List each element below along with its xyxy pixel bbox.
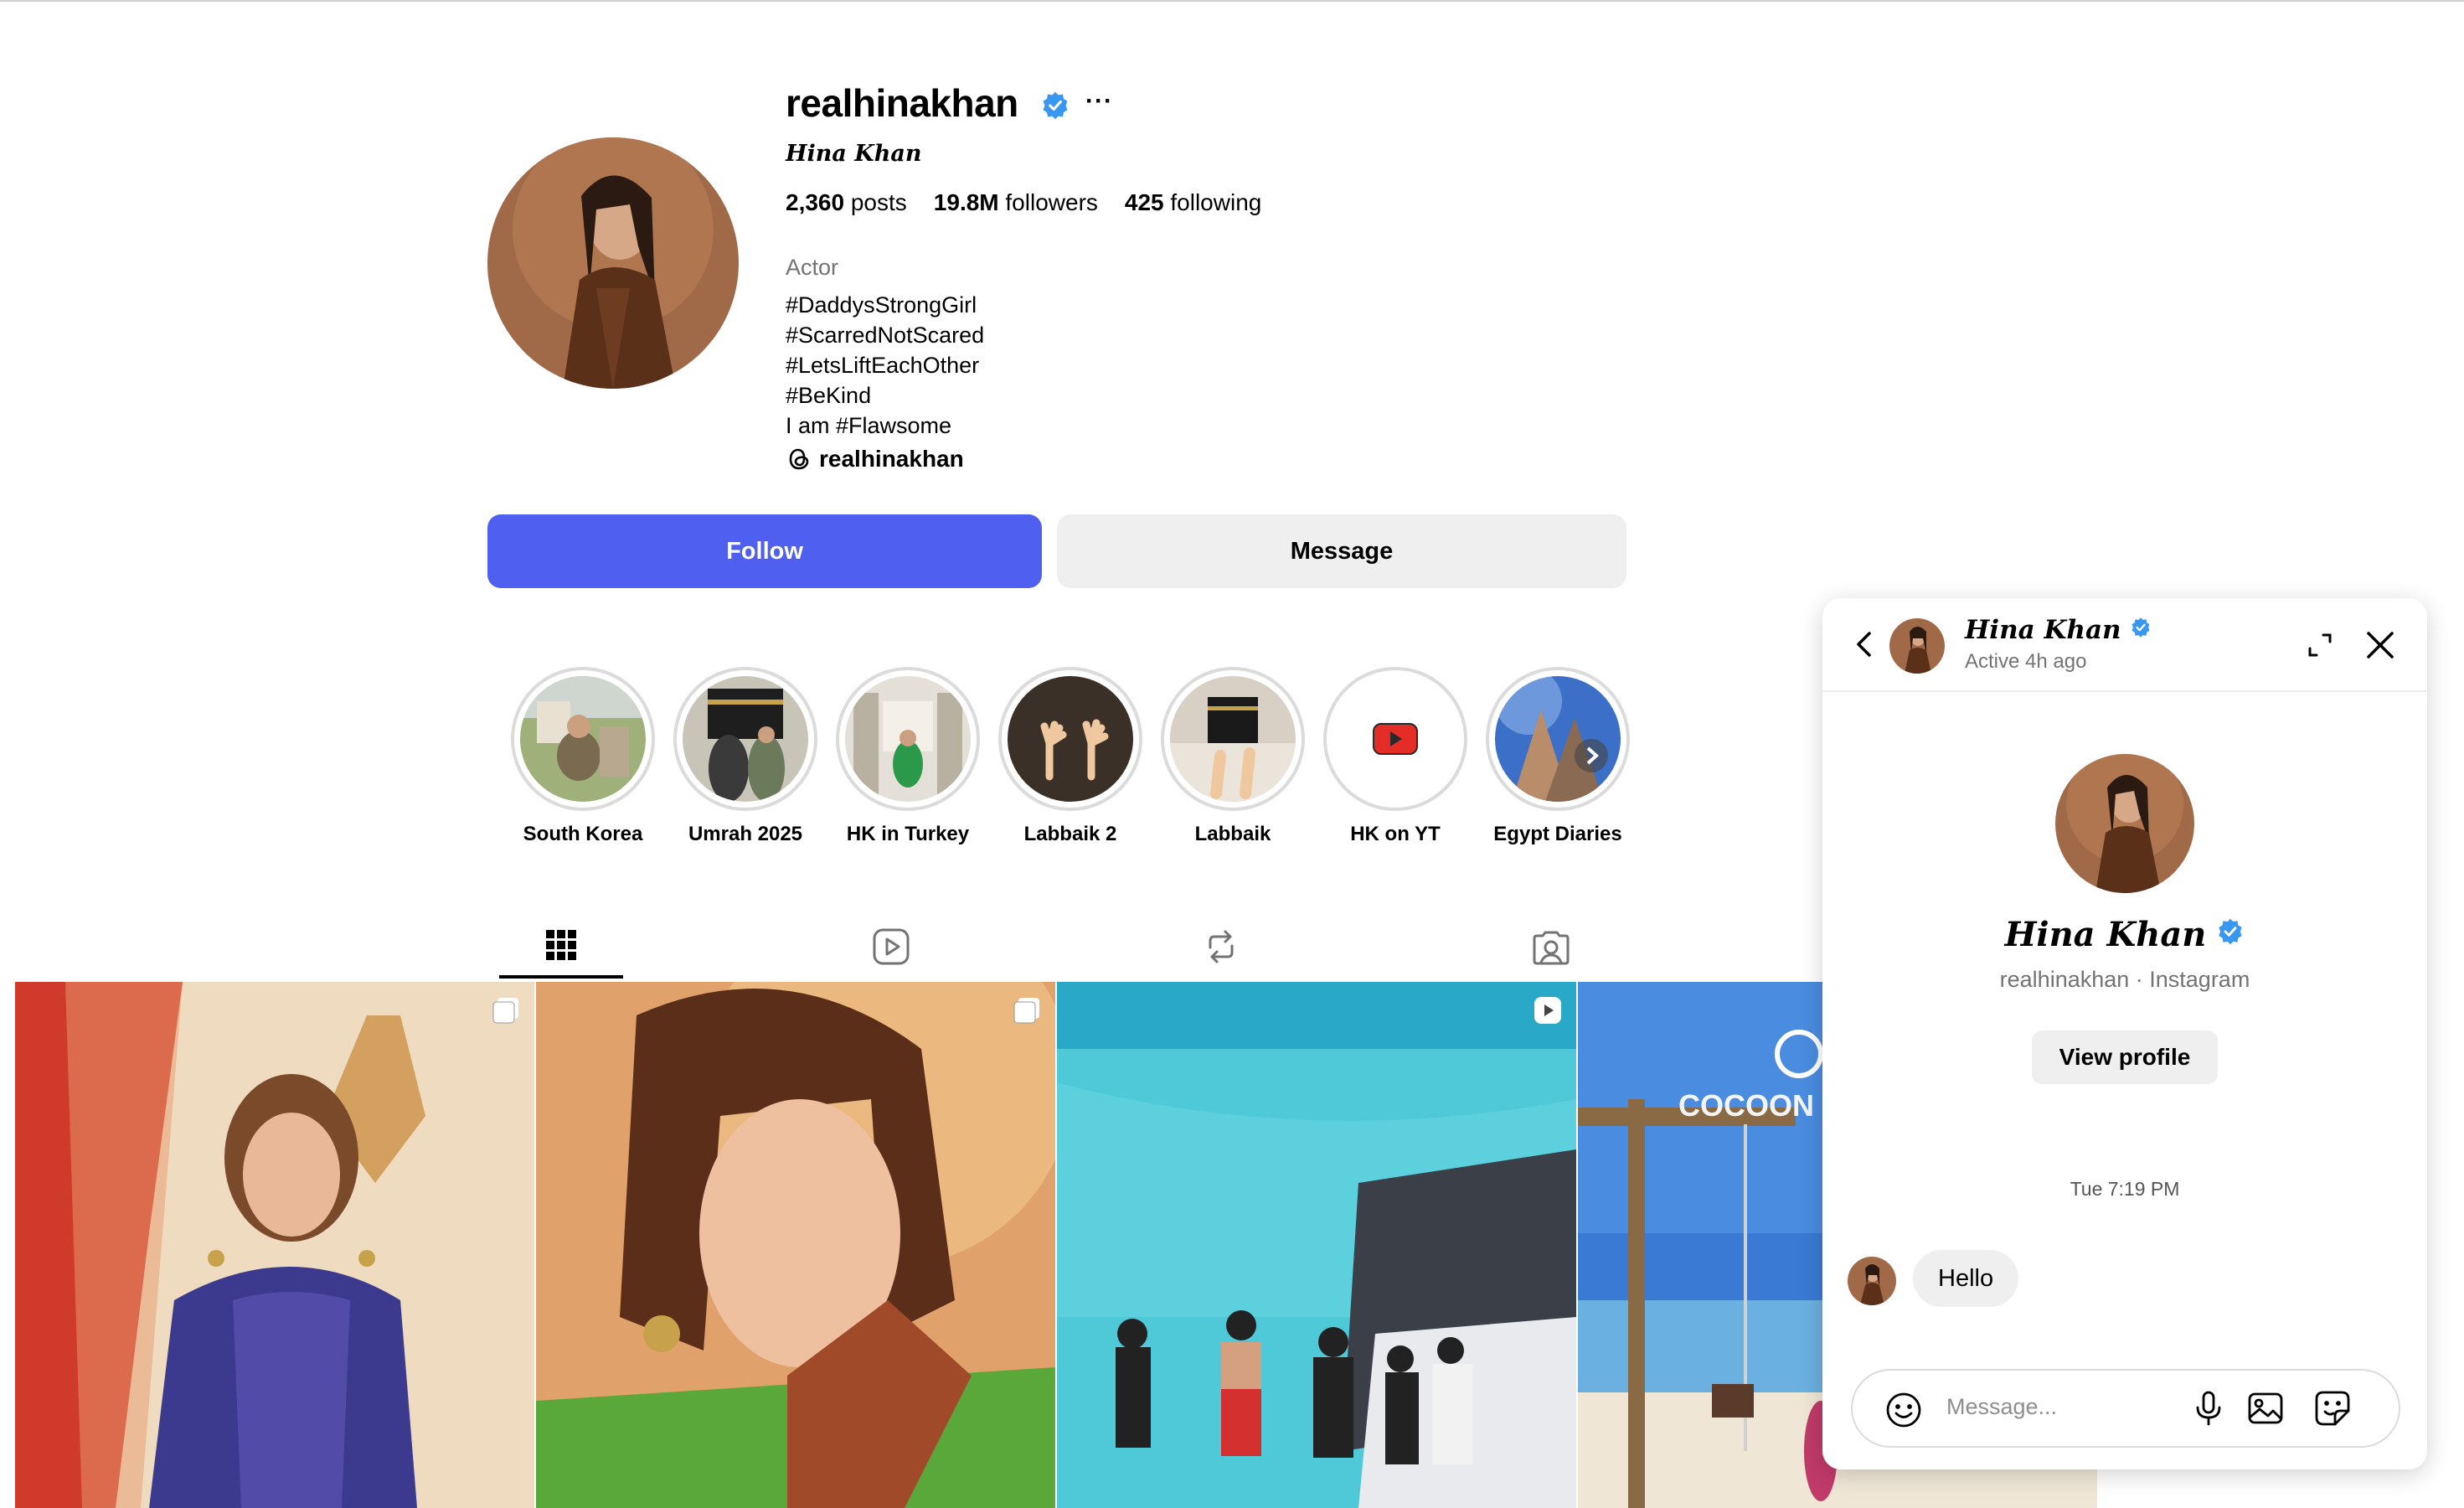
post-overlay-text: COCOON xyxy=(1678,1088,1814,1123)
close-icon[interactable] xyxy=(2363,628,2397,662)
bio-line[interactable]: #DaddysStrongGirl xyxy=(786,290,984,320)
follow-button[interactable]: Follow xyxy=(487,514,1042,588)
tab-reposts[interactable] xyxy=(1159,918,1283,979)
profile-avatar[interactable] xyxy=(487,137,739,389)
verified-badge-icon xyxy=(1040,90,1070,121)
threads-icon xyxy=(786,446,812,473)
highlight-egypt-diaries[interactable]: Egypt Diaries xyxy=(1486,667,1630,846)
highlight-thumbnail xyxy=(520,676,646,802)
highlight-thumbnail xyxy=(1008,676,1133,802)
carousel-icon xyxy=(491,995,521,1025)
repost-icon xyxy=(1202,927,1240,970)
message-sender-avatar[interactable] xyxy=(1848,1257,1896,1305)
highlight-hk-in-turkey[interactable]: HK in Turkey xyxy=(836,667,980,846)
profile-username: realhinakhan xyxy=(786,81,1018,125)
profile-bio: #DaddysStrongGirl #ScarredNotScared #Let… xyxy=(786,290,984,441)
sticker-icon[interactable] xyxy=(2313,1389,2352,1428)
highlight-hk-on-yt[interactable]: HK on YT xyxy=(1323,667,1467,846)
tagged-icon xyxy=(1532,927,1570,970)
profile-category: Actor xyxy=(786,255,839,280)
carousel-icon xyxy=(1012,995,1042,1025)
window-top-border xyxy=(0,0,2464,2)
highlight-label: South Korea xyxy=(523,823,643,845)
message-button[interactable]: Message xyxy=(1057,514,1626,588)
chat-timestamp: Tue 7:19 PM xyxy=(2070,1178,2180,1200)
bio-line[interactable]: #ScarredNotScared xyxy=(786,320,984,350)
post-tile[interactable] xyxy=(15,982,534,1508)
threads-handle: realhinakhan xyxy=(819,446,964,472)
bio-line[interactable]: #LetsLiftEachOther xyxy=(786,350,984,380)
message-bubble[interactable]: Hello xyxy=(1913,1250,2019,1307)
followers-stat[interactable]: 19.8M followers xyxy=(934,189,1098,216)
reel-icon xyxy=(1533,995,1563,1025)
highlight-south-korea[interactable]: South Korea xyxy=(511,667,655,846)
highlight-labbaik[interactable]: Labbaik xyxy=(1161,667,1305,846)
tab-reels[interactable] xyxy=(829,918,953,979)
tab-tagged[interactable] xyxy=(1489,918,1613,979)
chat-contact-name[interactable]: Hina Khan xyxy=(1965,615,2152,645)
chat-profile-subtitle: realhinakhan · Instagram xyxy=(1999,967,2250,992)
highlight-label: HK on YT xyxy=(1350,823,1441,845)
highlight-label: Labbaik xyxy=(1194,823,1271,845)
reels-icon xyxy=(872,927,910,970)
highlight-thumbnail xyxy=(1495,676,1621,802)
highlight-thumbnail xyxy=(683,676,808,802)
youtube-icon xyxy=(1333,676,1458,802)
tab-posts[interactable] xyxy=(499,918,623,979)
posts-stat: 2,360 posts xyxy=(786,189,907,215)
grid-icon xyxy=(544,928,578,966)
image-icon[interactable] xyxy=(2246,1389,2285,1428)
highlight-thumbnail xyxy=(845,676,971,802)
verified-badge-icon xyxy=(2130,615,2152,645)
profile-stats: 2,360 posts 19.8M followers 425 followin… xyxy=(786,189,1261,216)
post-tile[interactable] xyxy=(1057,982,1576,1508)
emoji-icon[interactable] xyxy=(1884,1391,1923,1429)
highlight-label: Labbaik 2 xyxy=(1023,823,1117,845)
chat-avatar[interactable] xyxy=(1889,618,1945,674)
highlight-umrah-2025[interactable]: Umrah 2025 xyxy=(673,667,817,846)
highlight-label: HK in Turkey xyxy=(846,823,970,845)
chat-profile-avatar[interactable] xyxy=(2055,754,2194,893)
microphone-icon[interactable] xyxy=(2189,1389,2228,1428)
message-input[interactable]: Message... xyxy=(1851,1369,2400,1448)
verified-badge-icon xyxy=(2216,915,2245,954)
chat-header: Hina Khan Active 4h ago xyxy=(1822,598,2427,692)
message-placeholder: Message... xyxy=(1946,1394,2058,1419)
chat-panel: Hina Khan Active 4h ago Hina Khan realhi… xyxy=(1822,598,2427,1469)
view-profile-button[interactable]: View profile xyxy=(2032,1030,2218,1084)
highlight-label: Umrah 2025 xyxy=(688,823,803,845)
threads-link[interactable]: realhinakhan xyxy=(786,446,964,473)
bio-line[interactable]: #BeKind xyxy=(786,380,984,411)
highlight-label: Egypt Diaries xyxy=(1493,823,1622,845)
profile-full-name: Hina Khan xyxy=(786,141,922,167)
highlight-labbaik-2[interactable]: Labbaik 2 xyxy=(998,667,1142,846)
post-tile[interactable] xyxy=(536,982,1055,1508)
bio-line: I am #Flawsome xyxy=(786,413,952,438)
back-arrow-icon[interactable] xyxy=(1851,630,1879,658)
more-options-icon[interactable]: ··· xyxy=(1085,87,1113,116)
expand-icon[interactable] xyxy=(2303,628,2337,662)
following-stat[interactable]: 425 following xyxy=(1125,189,1261,216)
highlight-thumbnail xyxy=(1170,676,1296,802)
chat-active-status: Active 4h ago xyxy=(1965,650,2087,673)
chat-profile-name: Hina Khan xyxy=(1822,915,2427,954)
